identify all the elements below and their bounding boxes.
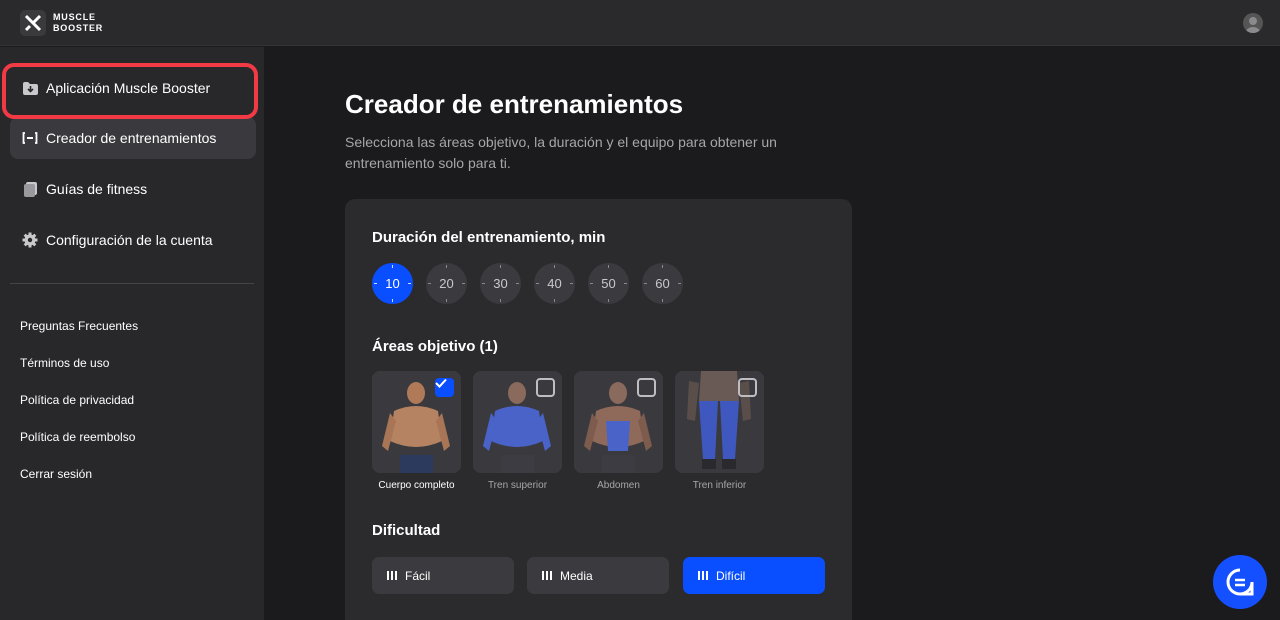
duration-option-10[interactable]: 10: [372, 263, 413, 304]
checkbox-checked[interactable]: [435, 378, 454, 397]
refund-link[interactable]: Política de reembolso: [20, 430, 135, 444]
sidebar-item-label: Creador de entrenamientos: [46, 130, 217, 146]
duration-option-30[interactable]: 30: [480, 263, 521, 304]
area-upper-body[interactable]: [473, 371, 562, 473]
target-areas-heading: Áreas objetivo (1): [372, 338, 498, 355]
duration-value: 60: [655, 276, 670, 291]
sidebar-item-account-settings[interactable]: Configuración de la cuenta: [10, 219, 256, 261]
dumbbell-icon: [22, 130, 38, 146]
top-bar: MUSCLE BOOSTER: [0, 0, 1280, 46]
duration-value: 30: [493, 276, 508, 291]
difficulty-hard-button[interactable]: Difícil: [683, 557, 825, 594]
duration-option-60[interactable]: 60: [642, 263, 683, 304]
difficulty-label: Fácil: [405, 568, 431, 583]
logout-link[interactable]: Cerrar sesión: [20, 467, 92, 481]
faq-link[interactable]: Preguntas Frecuentes: [20, 319, 138, 333]
difficulty-bars-icon: [698, 571, 708, 580]
area-abs[interactable]: [574, 371, 663, 473]
sidebar-item-workout-builder[interactable]: Creador de entrenamientos: [10, 117, 256, 159]
sidebar: Aplicación Muscle Booster Creador de ent…: [0, 47, 264, 620]
terms-link[interactable]: Términos de uso: [20, 356, 109, 370]
area-full-body[interactable]: [372, 371, 461, 473]
workout-builder-card: Duración del entrenamiento, min 10 20 30…: [345, 199, 852, 620]
sidebar-item-label: Guías de fitness: [46, 181, 148, 197]
duration-value: 50: [601, 276, 616, 291]
area-label-lower-body: Tren inferior: [692, 480, 747, 491]
privacy-link[interactable]: Política de privacidad: [20, 393, 134, 407]
brand-name: MUSCLE BOOSTER: [53, 12, 104, 33]
checkbox-unchecked[interactable]: [738, 378, 757, 397]
difficulty-heading: Dificultad: [372, 522, 441, 539]
difficulty-medium-button[interactable]: Media: [527, 557, 669, 594]
duration-value: 20: [439, 276, 454, 291]
duration-option-40[interactable]: 40: [534, 263, 575, 304]
difficulty-bars-icon: [387, 571, 397, 580]
difficulty-label: Media: [560, 568, 593, 583]
sidebar-divider: [10, 283, 254, 284]
area-label-abs: Abdomen: [597, 480, 640, 491]
duration-option-20[interactable]: 20: [426, 263, 467, 304]
book-icon: [22, 181, 38, 197]
highlight-annotation: [2, 63, 258, 119]
sidebar-item-fitness-guides[interactable]: Guías de fitness: [10, 168, 256, 210]
page-subtitle: Selecciona las áreas objetivo, la duraci…: [345, 134, 777, 171]
avatar[interactable]: [1243, 13, 1263, 33]
area-label-full-body: Cuerpo completo: [378, 480, 455, 491]
difficulty-easy-button[interactable]: Fácil: [372, 557, 514, 594]
duration-option-50[interactable]: 50: [588, 263, 629, 304]
checkbox-unchecked[interactable]: [637, 378, 656, 397]
sidebar-item-label: Configuración de la cuenta: [46, 232, 213, 248]
logo-icon[interactable]: [20, 10, 46, 36]
difficulty-bars-icon: [542, 571, 552, 580]
duration-heading: Duración del entrenamiento, min: [372, 229, 606, 246]
gear-icon: [22, 232, 38, 248]
area-label-upper-body: Tren superior: [487, 480, 548, 491]
page-title: Creador de entrenamientos: [345, 89, 684, 119]
duration-value: 40: [547, 276, 562, 291]
difficulty-label: Difícil: [716, 568, 746, 583]
duration-value: 10: [385, 276, 400, 291]
chat-icon: [1226, 568, 1254, 596]
chat-support-button[interactable]: [1213, 555, 1267, 609]
checkbox-unchecked[interactable]: [536, 378, 555, 397]
area-lower-body[interactable]: [675, 371, 764, 473]
